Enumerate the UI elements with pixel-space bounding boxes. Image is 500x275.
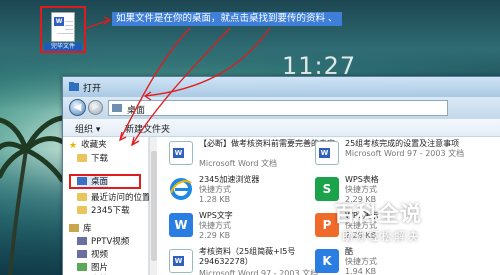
sidebar-item-videos[interactable]: 视频 — [77, 249, 108, 261]
picture-icon — [77, 263, 87, 271]
library-icon — [69, 224, 79, 232]
sidebar-item-favorites[interactable]: ★ 收藏夹 — [69, 139, 107, 151]
browser-icon — [169, 177, 193, 201]
dialog-toolbar: 组织 ▾ 新建文件夹 — [63, 119, 500, 137]
file-item[interactable]: W WPS文字 快捷方式 2.29 KB — [167, 211, 307, 241]
file-item[interactable]: W 考核资料（25组简薇+I5号294632278） Microsoft Wor… — [167, 247, 318, 275]
sidebar-item-pictures[interactable]: 图片 — [77, 262, 108, 274]
scrollbar-thumb[interactable] — [151, 151, 157, 261]
watermark-subtitle: 助你轻松解决 — [342, 230, 420, 243]
address-bar: ◀ ▶ 桌面 — [63, 97, 500, 119]
organize-menu-button[interactable]: 组织 ▾ — [75, 122, 100, 135]
sidebar-item-library[interactable]: 库 — [69, 223, 92, 235]
folder-icon — [112, 104, 122, 112]
dialog-titlebar: 打开 — [63, 77, 500, 97]
forward-arrow-icon[interactable]: ▶ — [88, 100, 103, 115]
watermark-title: 百科全说 — [334, 202, 422, 226]
new-folder-button[interactable]: 新建文件夹 — [125, 122, 170, 135]
folder-icon — [77, 193, 87, 201]
wps-writer-icon: W — [169, 213, 193, 237]
palm-tree-decoration — [0, 115, 69, 275]
sidebar-scrollbar[interactable] — [149, 137, 157, 275]
dialog-title: 打开 — [83, 84, 102, 94]
word-doc-icon: W — [315, 141, 339, 165]
sidebar-item-recent[interactable]: 最近访问的位置 — [77, 192, 151, 204]
file-item[interactable]: W 25组考核完成的设置及注意事项 Microsoft Word 97 - 20… — [313, 139, 464, 169]
word-doc-icon: W — [169, 249, 193, 273]
sidebar-item-pptv[interactable]: PPTV视频 — [77, 236, 129, 248]
video-icon — [77, 237, 87, 245]
annotation-box-desktop — [69, 174, 141, 189]
back-arrow-icon[interactable]: ◀ — [69, 99, 86, 116]
annotation-box-desktop-file — [40, 6, 86, 53]
star-icon: ★ — [69, 141, 78, 151]
watermark: 百科全说 助你轻松解决 — [334, 198, 474, 258]
dialog-title-icon — [69, 82, 79, 91]
navigation-pane: ★ 收藏夹 下载 桌面 最近访问的位置 2345下载 库 PPTV视频 视频 图… — [63, 137, 151, 275]
sidebar-item-2345-downloads[interactable]: 2345下载 — [77, 205, 130, 217]
breadcrumb[interactable]: 桌面 — [127, 103, 145, 116]
sidebar-item-downloads[interactable]: 下载 — [77, 153, 108, 165]
video-icon — [77, 250, 87, 258]
file-item[interactable]: 2345加速浏览器 快捷方式 1.28 KB — [167, 175, 307, 205]
word-doc-icon: W — [169, 141, 193, 165]
instruction-text: 如果文件是在你的桌面，就点击桌找到要传的资料 、 — [112, 12, 342, 26]
address-input[interactable]: 桌面 — [108, 100, 448, 116]
file-item[interactable]: W 【必断】做考核资料前需要完善的内容 Microsoft Word 文档 — [167, 139, 335, 169]
folder-icon — [77, 206, 87, 214]
folder-icon — [77, 154, 87, 162]
